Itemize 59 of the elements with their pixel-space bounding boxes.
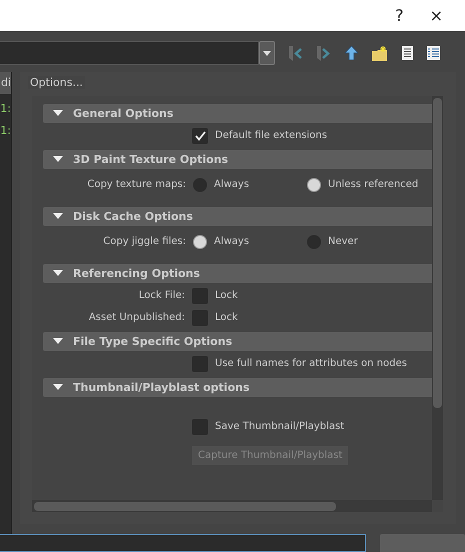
detail-view-icon[interactable] <box>427 46 440 60</box>
section-header[interactable]: General Options <box>43 104 432 123</box>
collapse-triangle-icon[interactable] <box>53 384 63 391</box>
caret-icon <box>263 50 271 56</box>
section-title: Referencing Options <box>73 267 200 280</box>
file-list-item[interactable]: :1 <box>0 124 11 138</box>
collapse-triangle-icon[interactable] <box>53 156 63 163</box>
dropdown-button[interactable] <box>259 41 275 65</box>
radio-label: Always <box>214 236 250 247</box>
section-title: File Type Specific Options <box>73 335 232 348</box>
radio-button[interactable] <box>193 234 207 248</box>
section-header[interactable]: Referencing Options <box>43 264 432 283</box>
checkbox-label: Lock <box>215 290 239 301</box>
checkbox[interactable] <box>192 128 208 144</box>
radio-label: Always <box>214 179 250 190</box>
back-icon[interactable] <box>289 46 303 60</box>
close-button[interactable]: × <box>428 6 445 25</box>
forward-icon[interactable] <box>317 46 331 60</box>
radio-button[interactable] <box>307 178 321 192</box>
collapse-triangle-icon[interactable] <box>53 338 63 345</box>
option-label: Copy texture maps: <box>86 179 186 190</box>
section-title: Disk Cache Options <box>73 210 193 223</box>
checkbox-label: Save Thumbnail/Playblast <box>215 421 346 432</box>
radio-button[interactable] <box>193 178 207 192</box>
checkbox[interactable] <box>192 310 208 326</box>
radio-label: Unless referenced <box>328 179 420 190</box>
option-label: Asset Unpublished: <box>88 312 185 323</box>
file-name-field[interactable] <box>0 534 366 552</box>
checkbox[interactable] <box>192 418 208 434</box>
collapse-triangle-icon[interactable] <box>53 213 63 220</box>
options-title: Options... <box>28 76 85 89</box>
help-button[interactable]: ? <box>393 6 406 25</box>
checkbox[interactable] <box>192 356 208 372</box>
section-title: General Options <box>73 107 174 120</box>
checkmark-icon <box>194 130 206 140</box>
section-header[interactable]: Thumbnail/Playblast options <box>43 378 432 397</box>
up-arrow-icon[interactable] <box>345 46 358 60</box>
collapse-triangle-icon[interactable] <box>53 110 63 117</box>
radio-button[interactable] <box>307 234 321 248</box>
option-label: Copy jiggle files: <box>102 236 186 247</box>
checkbox-label: Use full names for attributes on nodes <box>215 358 408 369</box>
file-list-item[interactable]: :1 <box>0 102 11 116</box>
section-header[interactable]: Disk Cache Options <box>43 207 432 226</box>
checkbox-label: Lock <box>215 312 239 323</box>
checkbox-label: Default file extensions <box>215 130 328 141</box>
collapse-triangle-icon[interactable] <box>53 270 63 277</box>
section-header[interactable]: 3D Paint Texture Options <box>43 150 432 169</box>
path-field[interactable] <box>0 41 259 65</box>
list-view-icon[interactable] <box>402 46 413 60</box>
option-label: Lock File: <box>138 290 185 301</box>
section-title: 3D Paint Texture Options <box>73 153 228 166</box>
radio-label: Never <box>328 236 359 247</box>
checkbox[interactable] <box>192 288 208 304</box>
section-title: Thumbnail/Playblast options <box>73 381 250 394</box>
new-folder-icon[interactable] <box>372 46 388 60</box>
horizontal-scrollbar[interactable] <box>32 500 432 512</box>
section-header[interactable]: File Type Specific Options <box>43 332 432 351</box>
file-list-item[interactable]: di <box>0 72 11 94</box>
vertical-scrollbar[interactable] <box>432 96 443 500</box>
